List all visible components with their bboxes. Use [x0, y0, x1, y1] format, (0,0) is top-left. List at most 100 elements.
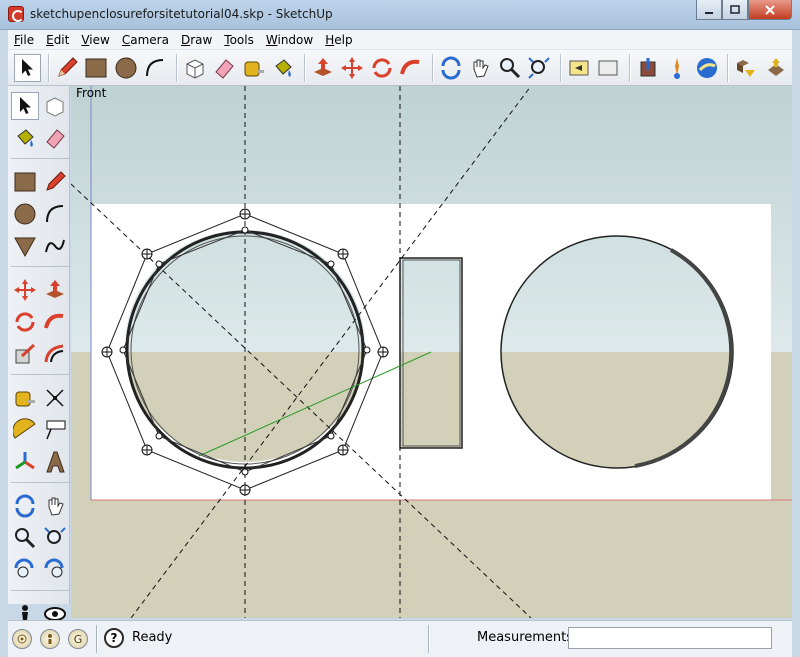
- zoom-extents-icon: [14, 558, 34, 578]
- toolbar-separator: [47, 53, 50, 82]
- rotate-tool-button[interactable]: [369, 54, 396, 82]
- menu-help[interactable]: Help: [319, 30, 358, 50]
- move-icon: [341, 56, 364, 79]
- zoom-window-button[interactable]: [41, 524, 69, 552]
- 3d-text-tool-button[interactable]: [41, 448, 69, 476]
- tape-measure-icon: [15, 391, 35, 407]
- zoom-button[interactable]: [497, 54, 524, 82]
- offset-icon: [44, 344, 64, 363]
- google-earth-button[interactable]: [694, 54, 721, 82]
- components-button[interactable]: [733, 54, 760, 82]
- share-model-icon: [674, 57, 681, 79]
- follow-me-icon: [400, 59, 420, 75]
- zoom-extents-button[interactable]: [526, 54, 553, 82]
- rotate-tool-button[interactable]: [11, 308, 39, 336]
- credits-icon[interactable]: [40, 629, 60, 649]
- previous-button[interactable]: [41, 556, 69, 584]
- next-view-button[interactable]: [595, 54, 622, 82]
- circle-tool-button[interactable]: [11, 200, 39, 228]
- eraser-icon: [46, 129, 65, 149]
- circle-tool-button[interactable]: [113, 54, 140, 82]
- rectangle-tool-button[interactable]: [83, 54, 110, 82]
- line-tool-button[interactable]: [41, 168, 69, 196]
- menu-camera[interactable]: Camera: [116, 30, 175, 50]
- push-pull-icon: [313, 57, 332, 76]
- pan-button[interactable]: [467, 54, 494, 82]
- tape-measure-button[interactable]: [241, 54, 268, 82]
- follow-me-icon: [44, 313, 64, 329]
- axes-tool-button[interactable]: [11, 448, 39, 476]
- scene-view-label: Front: [76, 86, 107, 100]
- import-button[interactable]: [763, 54, 790, 82]
- paint-bucket-icon: [275, 58, 293, 77]
- model-canvas[interactable]: [71, 86, 792, 618]
- rectangle-tool-button[interactable]: [11, 168, 39, 196]
- sketchup-app-icon[interactable]: [8, 6, 24, 22]
- arc-tool-button[interactable]: [142, 54, 169, 82]
- status-bar: G ? Ready Measurements: [8, 620, 792, 657]
- follow-me-button[interactable]: [398, 54, 425, 82]
- move-tool-button[interactable]: [339, 54, 366, 82]
- maximize-button[interactable]: [722, 0, 748, 20]
- menu-window[interactable]: Window: [260, 30, 319, 50]
- eraser-icon: [215, 58, 235, 79]
- geo-location-icon[interactable]: [12, 629, 32, 649]
- menu-tools[interactable]: Tools: [218, 30, 260, 50]
- axes-icon: [15, 452, 35, 470]
- text-tool-button[interactable]: [41, 416, 69, 444]
- zoom-extents-icon: [528, 56, 551, 79]
- paint-bucket-button[interactable]: [270, 54, 297, 82]
- freehand-tool-button[interactable]: [41, 232, 69, 260]
- orbit-button[interactable]: [438, 54, 465, 82]
- window-title: sketchupenclosureforsitetutorial04.skp -…: [30, 7, 333, 21]
- previous-view-icon: [569, 60, 589, 75]
- push-pull-button[interactable]: [41, 276, 69, 304]
- pencil-icon: [58, 56, 78, 77]
- google-account-icon[interactable]: G: [68, 629, 88, 649]
- help-icon[interactable]: ?: [104, 628, 124, 648]
- make-component-button[interactable]: [182, 54, 209, 82]
- select-tool-button[interactable]: [14, 53, 41, 82]
- push-pull-icon: [46, 280, 64, 298]
- paint-bucket-button[interactable]: [11, 124, 39, 152]
- share-model-button[interactable]: [664, 54, 691, 82]
- dimension-tool-button[interactable]: [41, 384, 69, 412]
- push-pull-button[interactable]: [310, 54, 337, 82]
- offset-tool-button[interactable]: [41, 340, 69, 368]
- eraser-tool-button[interactable]: [211, 54, 238, 82]
- get-models-button[interactable]: [635, 54, 662, 82]
- scale-tool-button[interactable]: [11, 340, 39, 368]
- menu-view[interactable]: View: [75, 30, 115, 50]
- pan-button[interactable]: [41, 492, 69, 520]
- title-bar: sketchupenclosureforsitetutorial04.skp -…: [0, 0, 800, 30]
- pencil-tool-button[interactable]: [54, 54, 81, 82]
- menu-draw[interactable]: Draw: [175, 30, 218, 50]
- make-component-icon: [46, 97, 64, 117]
- zoom-button[interactable]: [11, 524, 39, 552]
- toolbar-separator: [727, 53, 730, 82]
- close-button[interactable]: [748, 0, 792, 20]
- tape-measure-button[interactable]: [11, 384, 39, 412]
- close-icon: [765, 4, 775, 15]
- follow-me-button[interactable]: [41, 308, 69, 336]
- orbit-icon: [15, 494, 35, 518]
- zoom-extents-button[interactable]: [11, 556, 39, 584]
- move-tool-button[interactable]: [11, 276, 39, 304]
- previous-view-button[interactable]: [566, 54, 593, 82]
- measurements-label: Measurements: [477, 630, 574, 645]
- arc-tool-button[interactable]: [41, 200, 69, 228]
- protractor-tool-button[interactable]: [11, 416, 39, 444]
- orbit-button[interactable]: [11, 492, 39, 520]
- zoom-window-icon: [44, 527, 66, 544]
- drawing-viewport[interactable]: Front: [71, 86, 792, 618]
- minimize-button[interactable]: [696, 0, 722, 20]
- menu-edit[interactable]: Edit: [40, 30, 75, 50]
- select-tool-button[interactable]: [11, 92, 39, 120]
- polygon-tool-button[interactable]: [11, 232, 39, 260]
- make-component-button[interactable]: [41, 92, 69, 120]
- eraser-tool-button[interactable]: [41, 124, 69, 152]
- measurements-input[interactable]: [568, 627, 772, 649]
- menu-file[interactable]: File: [8, 30, 40, 50]
- arc-icon: [46, 205, 64, 223]
- main-toolbar: [8, 50, 792, 86]
